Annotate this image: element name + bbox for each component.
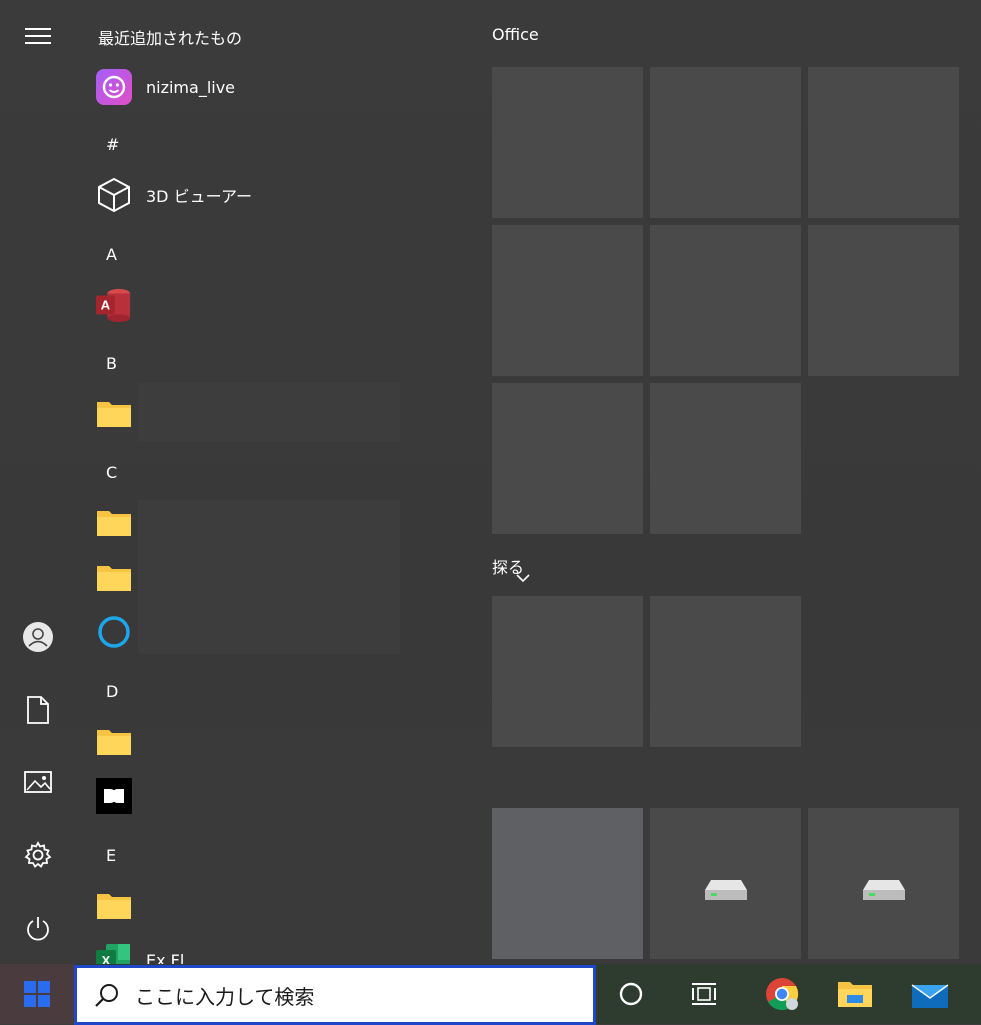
- tile-office-5[interactable]: [650, 225, 801, 376]
- letter-c[interactable]: C: [106, 463, 117, 482]
- drive-icon: [863, 880, 905, 900]
- app-label: Ex Fl: [146, 950, 185, 965]
- file-explorer-icon: [838, 982, 872, 1007]
- tile-explore-2[interactable]: [650, 596, 801, 747]
- start-rail: [0, 0, 76, 964]
- search-placeholder: ここに入力して検索: [135, 984, 315, 1009]
- app-list: 最近追加されたもの nizima_live # 3D ビューアー A A B C…: [76, 0, 530, 964]
- tiles-area: Office 探る: [478, 0, 981, 964]
- start-button[interactable]: [0, 964, 74, 1024]
- mail-button[interactable]: [910, 974, 950, 1014]
- folder-icon: [96, 723, 132, 759]
- app-label: nizima_live: [146, 77, 236, 97]
- drive-icon: [705, 880, 747, 900]
- svg-text:A: A: [101, 298, 111, 313]
- search-icon: [93, 981, 121, 1009]
- windows-logo-icon: [24, 981, 50, 1007]
- app-cortana[interactable]: [96, 610, 476, 654]
- tile-office-3[interactable]: [808, 67, 959, 218]
- documents-button[interactable]: [18, 690, 58, 730]
- tile-drive-2[interactable]: [650, 808, 801, 959]
- app-folder-d[interactable]: [96, 719, 476, 763]
- cortana-icon: [96, 614, 132, 650]
- app-access[interactable]: A: [96, 282, 476, 326]
- settings-button[interactable]: [18, 835, 58, 875]
- folder-icon: [96, 504, 132, 540]
- excel-icon: X: [96, 942, 132, 964]
- picture-icon: [24, 771, 52, 793]
- folder-icon: [96, 395, 132, 431]
- tile-group-explore-title[interactable]: 探る: [492, 554, 524, 578]
- app-folder-b[interactable]: [96, 391, 476, 435]
- cortana-button[interactable]: [611, 974, 651, 1014]
- cortana-circle-icon: [619, 982, 643, 1006]
- hamburger-icon: [25, 28, 51, 44]
- dolby-icon: [96, 778, 132, 814]
- taskbar-search-box[interactable]: ここに入力して検索: [74, 965, 596, 1025]
- tile-office-2[interactable]: [650, 67, 801, 218]
- taskbar: ここに入力して検索: [0, 964, 981, 1025]
- nizima-live-icon: [96, 69, 132, 105]
- tile-office-8[interactable]: [650, 383, 801, 534]
- app-3d-viewer[interactable]: 3D ビューアー: [96, 173, 476, 217]
- user-account-button[interactable]: [18, 617, 58, 657]
- letter-a[interactable]: A: [106, 245, 117, 264]
- tile-office-1[interactable]: [492, 67, 643, 218]
- start-menu: 最近追加されたもの nizima_live # 3D ビューアー A A B C…: [0, 0, 981, 964]
- task-view-button[interactable]: [684, 974, 724, 1014]
- folder-icon: [96, 887, 132, 923]
- access-icon: A: [96, 286, 132, 322]
- task-view-icon: [692, 983, 716, 1005]
- chrome-icon: [766, 978, 799, 1011]
- power-button[interactable]: [18, 908, 58, 948]
- mail-icon: [911, 984, 949, 1008]
- letter-b[interactable]: B: [106, 354, 117, 373]
- pictures-button[interactable]: [18, 762, 58, 802]
- app-folder-e[interactable]: [96, 883, 476, 927]
- letter-d[interactable]: D: [106, 682, 118, 701]
- tile-office-7[interactable]: [492, 383, 643, 534]
- app-label: 3D ビューアー: [146, 187, 252, 206]
- user-avatar-icon: [23, 622, 53, 652]
- app-folder-c2[interactable]: [96, 555, 476, 599]
- cube-icon: [96, 177, 132, 213]
- letter-e[interactable]: E: [106, 846, 116, 865]
- tile-office-4[interactable]: [492, 225, 643, 376]
- app-dolby[interactable]: [96, 774, 476, 818]
- tile-group-office-title[interactable]: Office: [492, 25, 539, 44]
- tile-drive-3[interactable]: [808, 808, 959, 959]
- app-nizima-live[interactable]: nizima_live: [96, 65, 476, 109]
- power-icon: [27, 917, 49, 941]
- tile-explore-1[interactable]: [492, 596, 643, 747]
- file-explorer-button[interactable]: [835, 974, 875, 1014]
- tile-drive-1[interactable]: [492, 808, 643, 959]
- app-excel[interactable]: X Ex Fl: [96, 938, 476, 964]
- svg-text:X: X: [102, 953, 111, 964]
- chrome-button[interactable]: [762, 974, 802, 1014]
- gear-icon: [24, 841, 52, 868]
- recently-added-header: 最近追加されたもの: [98, 29, 243, 48]
- hamburger-menu-button[interactable]: [18, 16, 58, 56]
- letter-hash[interactable]: #: [106, 135, 119, 154]
- document-icon: [27, 696, 49, 724]
- folder-icon: [96, 559, 132, 595]
- tile-office-6[interactable]: [808, 225, 959, 376]
- app-folder-c1[interactable]: [96, 500, 476, 544]
